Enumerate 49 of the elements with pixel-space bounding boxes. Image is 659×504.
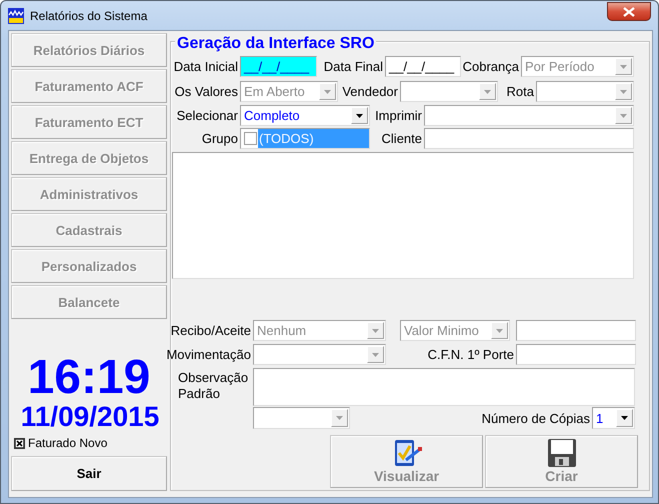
field-label: Cliente [382, 131, 422, 146]
app-logo-icon [8, 8, 24, 24]
close-button[interactable] [607, 2, 651, 21]
field-label: Os Valores [174, 84, 238, 99]
caret-icon [620, 114, 627, 118]
list-box[interactable] [172, 152, 634, 279]
caret-icon [620, 64, 627, 68]
checklist-dropdown[interactable]: (TODOS) [240, 128, 370, 149]
field-label: Selecionar [176, 108, 238, 123]
field-label: Data Final [324, 59, 383, 74]
text-field[interactable] [516, 344, 636, 365]
window-title: Relatórios do Sistema [30, 8, 148, 22]
caret-icon [620, 90, 627, 94]
list-item[interactable]: (TODOS) [258, 129, 369, 148]
caret-icon [372, 352, 379, 356]
field-label: Movimentação [166, 347, 251, 362]
dropdown[interactable]: 1 [592, 407, 635, 429]
exit-button[interactable]: Sair [11, 456, 167, 491]
caret-icon [336, 416, 343, 420]
caret-icon [621, 416, 628, 420]
caret-icon [484, 90, 491, 94]
checkbox-label: Faturado Novo [28, 436, 108, 450]
field-label: Data Inicial [174, 59, 238, 74]
field-label: Imprimir [375, 108, 422, 123]
caret-icon [496, 328, 503, 332]
close-icon [623, 6, 635, 16]
checkbox[interactable] [14, 438, 25, 448]
field-label: Número de Cópias [482, 410, 590, 426]
group-title: Geração da Interface SRO [175, 35, 376, 53]
checkbox[interactable] [244, 132, 257, 145]
date-field[interactable]: __/__/____ [385, 56, 461, 77]
field-label: Recibo/Aceite [170, 323, 251, 338]
field-label: Grupo [202, 131, 238, 146]
field-label: C.F.N. 1º Porte [428, 347, 514, 362]
field-label: Vendedor [342, 84, 398, 99]
dropdown[interactable]: Completo [240, 105, 370, 126]
caret-icon [324, 90, 331, 94]
caret-icon [356, 114, 363, 118]
field-label: Observação Padrão [178, 370, 250, 402]
caret-icon [372, 328, 379, 332]
text-field[interactable] [516, 320, 636, 341]
field-label: Cobrança [462, 59, 519, 74]
clock-time: 16:19 [28, 354, 150, 402]
dropdown-arrow-button[interactable] [351, 107, 368, 124]
date-field[interactable]: __/__/____ [240, 56, 317, 77]
dropdown-arrow-button[interactable] [616, 409, 633, 427]
field-label: Rota [506, 84, 534, 99]
text-field[interactable] [424, 128, 634, 149]
clock-date: 11/09/2015 [20, 402, 160, 432]
